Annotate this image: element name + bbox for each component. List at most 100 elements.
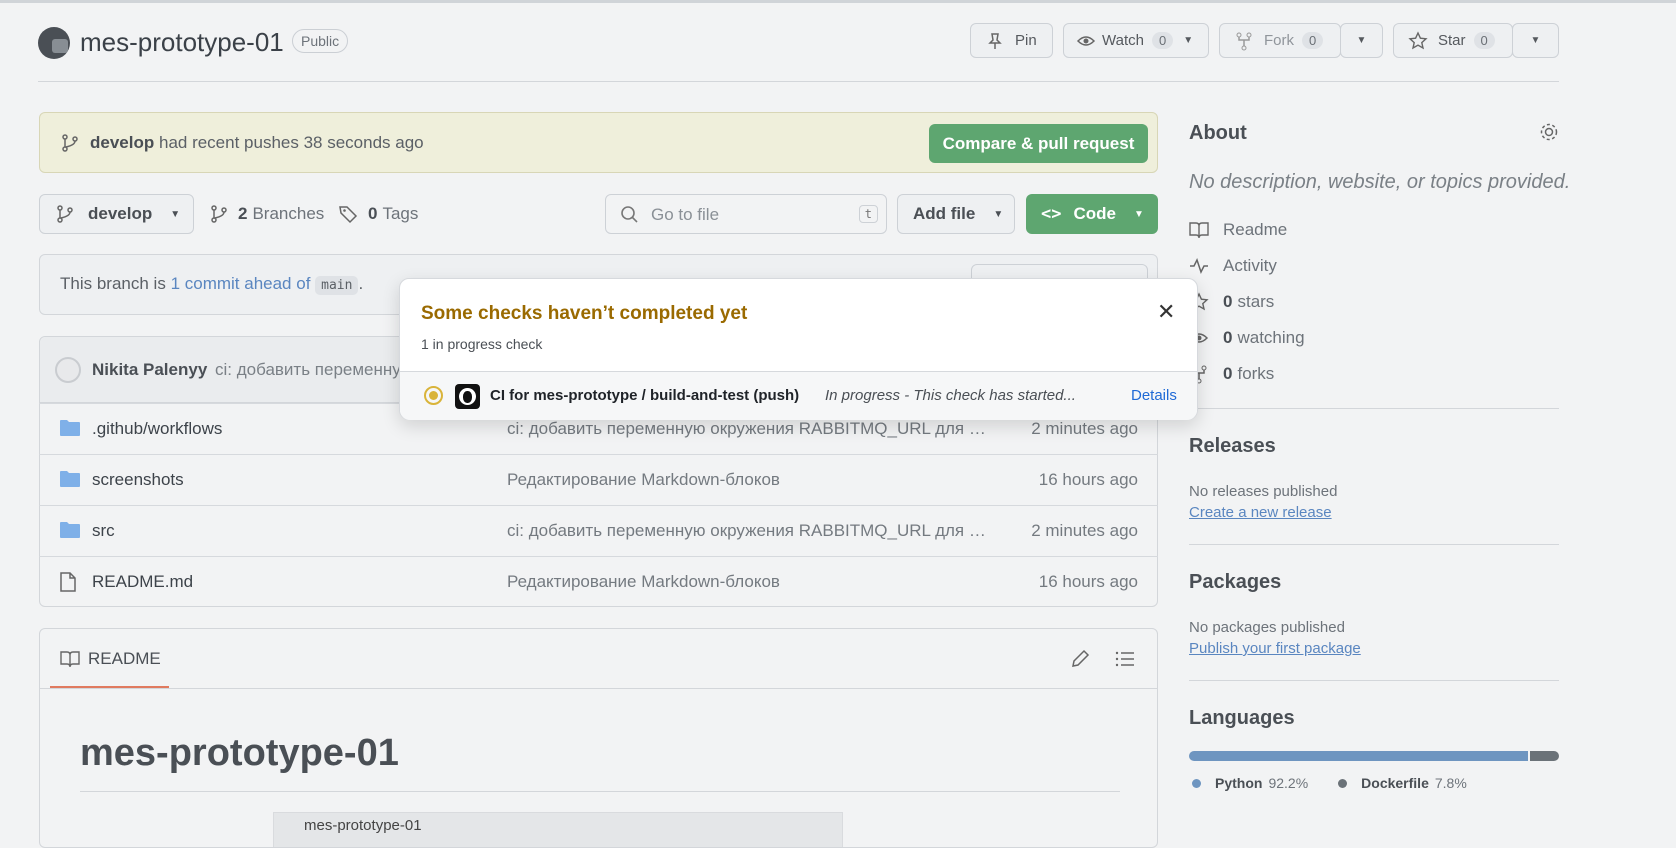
file-name[interactable]: README.md bbox=[92, 572, 193, 592]
add-file-label: Add file bbox=[913, 204, 976, 223]
close-icon[interactable]: ✕ bbox=[1157, 299, 1175, 325]
go-to-file-placeholder: Go to file bbox=[651, 205, 720, 224]
file-commit-time: 2 minutes ago bbox=[1031, 419, 1138, 438]
ahead-prefix: This branch is bbox=[60, 274, 166, 293]
search-icon bbox=[621, 206, 638, 223]
stars-count: 0 bbox=[1223, 292, 1233, 311]
language-legend-item[interactable]: Python 92.2% bbox=[1192, 775, 1308, 791]
fork-count: 0 bbox=[1302, 32, 1324, 49]
branches-label: Branches bbox=[252, 204, 325, 223]
watch-count: 0 bbox=[1151, 32, 1174, 49]
language-dot-icon bbox=[1192, 778, 1201, 788]
watch-dropdown-caret-icon[interactable]: ▼ bbox=[1183, 35, 1193, 46]
gear-icon[interactable] bbox=[1538, 121, 1560, 143]
book-icon bbox=[60, 651, 80, 668]
language-legend-item[interactable]: Dockerfile 7.8% bbox=[1338, 775, 1467, 791]
fork-label: Fork bbox=[1264, 32, 1294, 49]
check-name[interactable]: CI for mes-prototype / build-and-test (p… bbox=[490, 387, 799, 404]
commit-message[interactable]: ci: добавить переменну bbox=[215, 360, 401, 380]
pin-button[interactable]: Pin bbox=[970, 23, 1053, 58]
branch-icon bbox=[57, 205, 73, 223]
language-percent: 7.8% bbox=[1434, 775, 1467, 791]
code-icon: <> bbox=[1041, 204, 1062, 224]
languages-bar bbox=[1189, 751, 1559, 761]
fork-button[interactable]: Fork 0 bbox=[1219, 23, 1341, 58]
branches-link[interactable]: 2 Branches bbox=[210, 204, 324, 224]
add-file-button[interactable]: Add file ▼ bbox=[897, 194, 1015, 234]
tags-label: Tags bbox=[382, 204, 419, 223]
publish-package-link[interactable]: Publish your first package bbox=[1189, 640, 1361, 657]
sidebar-divider bbox=[1189, 680, 1559, 681]
releases-empty: No releases published bbox=[1189, 483, 1338, 500]
sidebar-divider bbox=[1189, 544, 1559, 545]
file-name[interactable]: .github/workflows bbox=[92, 419, 222, 439]
readme-panel: README mes-prototype-01 mes-prototype-01 bbox=[39, 628, 1158, 848]
tab-underline bbox=[50, 686, 169, 688]
file-row[interactable]: README.md Редактирование Markdown-блоков 1… bbox=[39, 556, 1158, 607]
repo-avatar[interactable] bbox=[38, 27, 70, 59]
check-row[interactable]: CI for mes-prototype / build-and-test (p… bbox=[400, 371, 1197, 420]
file-commit-message[interactable]: ci: добавить переменную окружения RABBIT… bbox=[507, 419, 987, 439]
file-row[interactable]: src ci: добавить переменную окружения RAB… bbox=[39, 505, 1158, 556]
watch-button[interactable]: Watch 0 ▼ bbox=[1063, 23, 1209, 58]
packages-title[interactable]: Packages bbox=[1189, 571, 1281, 594]
banner-branch-link[interactable]: develop bbox=[90, 133, 154, 152]
checks-popover: Some checks haven’t completed yet 1 in p… bbox=[399, 278, 1198, 420]
readme-image: mes-prototype-01 bbox=[273, 812, 843, 847]
file-commit-message[interactable]: Редактирование Markdown-блоков bbox=[507, 572, 987, 592]
code-label: Code bbox=[1073, 204, 1116, 223]
pin-label: Pin bbox=[1015, 32, 1037, 49]
forks-count: 0 bbox=[1223, 364, 1233, 383]
book-icon bbox=[1189, 222, 1209, 239]
base-branch-badge[interactable]: main bbox=[315, 276, 359, 295]
code-button[interactable]: <> Code ▼ bbox=[1026, 194, 1158, 234]
about-title: About bbox=[1189, 122, 1247, 144]
branch-selector[interactable]: develop ▼ bbox=[39, 194, 194, 234]
file-row[interactable]: screenshots Редактирование Markdown-блоко… bbox=[39, 454, 1158, 505]
watching-count: 0 bbox=[1223, 328, 1233, 347]
compare-pull-request-button[interactable]: Compare & pull request bbox=[929, 124, 1148, 163]
fork-dropdown-button[interactable]: ▼ bbox=[1340, 23, 1383, 58]
stars-link[interactable]: 0 stars bbox=[1189, 292, 1274, 312]
github-app-icon bbox=[455, 384, 480, 409]
readme-link[interactable]: Readme bbox=[1189, 220, 1287, 240]
file-name[interactable]: src bbox=[92, 521, 115, 541]
tag-icon bbox=[339, 206, 358, 224]
file-icon bbox=[59, 572, 77, 592]
eye-icon bbox=[1076, 35, 1096, 46]
fork-icon bbox=[1236, 32, 1252, 50]
star-dropdown-button[interactable]: ▼ bbox=[1512, 23, 1559, 58]
file-commit-time: 2 minutes ago bbox=[1031, 521, 1138, 540]
author-avatar[interactable] bbox=[55, 357, 81, 383]
check-details-link[interactable]: Details bbox=[1131, 387, 1177, 404]
edit-pencil-icon[interactable] bbox=[1070, 649, 1090, 669]
branch-icon bbox=[62, 134, 78, 152]
header-divider bbox=[38, 81, 1559, 82]
file-commit-message[interactable]: Редактирование Markdown-блоков bbox=[507, 470, 987, 490]
folder-icon bbox=[59, 470, 81, 488]
commit-author[interactable]: Nikita Palenyy bbox=[92, 360, 207, 380]
go-to-file-input[interactable]: Go to file t bbox=[605, 194, 887, 234]
popover-title: Some checks haven’t completed yet bbox=[421, 303, 748, 324]
repo-name[interactable]: mes-prototype-01 bbox=[80, 27, 284, 58]
file-commit-message[interactable]: ci: добавить переменную окружения RABBIT… bbox=[507, 521, 987, 541]
language-bar-segment bbox=[1189, 751, 1529, 761]
tags-link[interactable]: 0 Tags bbox=[338, 204, 418, 224]
in-progress-status-icon bbox=[424, 386, 443, 405]
forks-link[interactable]: 0 forks bbox=[1189, 364, 1274, 384]
file-name[interactable]: screenshots bbox=[92, 470, 184, 490]
language-name: Dockerfile bbox=[1361, 775, 1429, 791]
star-count: 0 bbox=[1473, 32, 1495, 49]
readme-heading: mes-prototype-01 bbox=[80, 732, 399, 774]
tab-readme[interactable]: README bbox=[60, 649, 161, 669]
ahead-commit-link[interactable]: 1 commit ahead of bbox=[171, 274, 311, 293]
folder-icon bbox=[59, 521, 81, 539]
watching-link[interactable]: 0 watching bbox=[1189, 328, 1305, 348]
star-button[interactable]: Star 0 bbox=[1393, 23, 1513, 58]
releases-title[interactable]: Releases bbox=[1189, 435, 1276, 458]
readme-heading-rule bbox=[80, 791, 1120, 792]
activity-link[interactable]: Activity bbox=[1189, 256, 1277, 276]
outline-list-icon[interactable] bbox=[1115, 649, 1135, 669]
languages-legend: Python 92.2% Dockerfile 7.8% bbox=[1192, 775, 1497, 791]
create-release-link[interactable]: Create a new release bbox=[1189, 504, 1332, 521]
